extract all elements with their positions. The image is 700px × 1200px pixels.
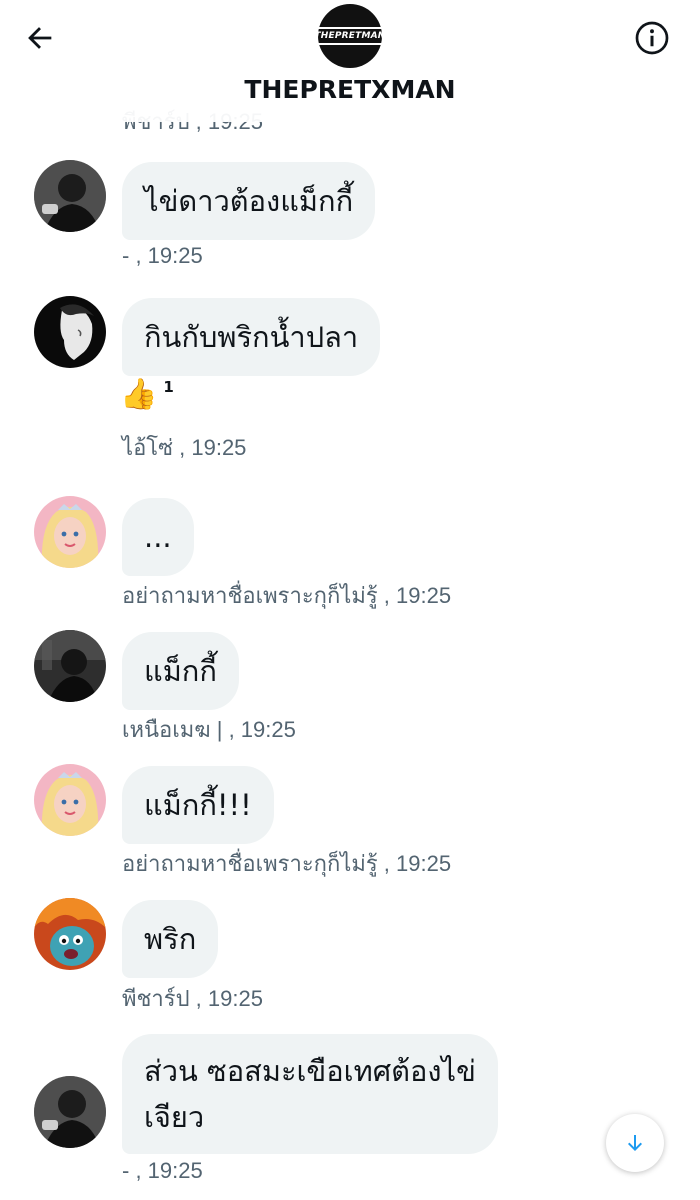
message-meta: - , 19:25 — [122, 1158, 203, 1183]
info-icon — [635, 21, 669, 55]
avatar[interactable] — [34, 764, 106, 836]
message-meta: อย่าถามหาชื่อเพราะกุก็ไม่รู้ , 19:25 — [122, 851, 452, 876]
message-bubble[interactable]: ไข่ดาวต้องแม็กกี้ — [122, 162, 376, 240]
message-bubble[interactable]: กินกับพริกน้ำปลา — [122, 298, 381, 376]
reaction-count: 1 — [163, 378, 174, 396]
avatar[interactable] — [34, 1076, 106, 1148]
message-bubble[interactable]: แม็กกี้ — [122, 632, 239, 710]
avatar[interactable] — [34, 296, 106, 368]
message-bubble[interactable]: พริก — [122, 900, 219, 978]
avatar[interactable] — [34, 496, 106, 568]
conversation-header: THEPRETMAN THEPRETXMAN — [0, 0, 700, 122]
message-meta: ไอ้โซ่ , 19:25 — [122, 435, 247, 460]
scroll-to-bottom-button[interactable] — [606, 1114, 664, 1172]
thumbs-up-icon: 👍 — [120, 377, 158, 412]
back-button[interactable] — [20, 18, 60, 58]
message-meta: อย่าถามหาชื่อเพราะกุก็ไม่รู้ , 19:25 — [122, 583, 452, 608]
group-avatar[interactable]: THEPRETMAN — [314, 4, 385, 68]
group-avatar-label: THEPRETMAN — [314, 31, 386, 41]
arrow-down-icon — [628, 1135, 642, 1151]
message-bubble[interactable]: ส่วน ซอสมะเขือเทศต้องไข่เจียว — [122, 1034, 498, 1154]
message-meta: พีชาร์ป , 19:25 — [122, 986, 263, 1011]
avatar[interactable] — [34, 898, 106, 970]
message-reaction[interactable]: 👍 1 — [120, 376, 174, 414]
message-meta: เหนือเมฆ | , 19:25 — [122, 717, 296, 742]
avatar[interactable] — [34, 160, 106, 232]
message-meta: - , 19:25 — [122, 243, 203, 268]
avatar[interactable] — [34, 630, 106, 702]
group-name[interactable]: THEPRETXMAN — [0, 75, 700, 104]
arrow-left-icon — [28, 27, 52, 49]
message-bubble[interactable]: แม็กกี้!!! — [122, 766, 274, 844]
message-bubble[interactable]: ... — [122, 498, 194, 576]
info-button[interactable] — [634, 20, 670, 56]
